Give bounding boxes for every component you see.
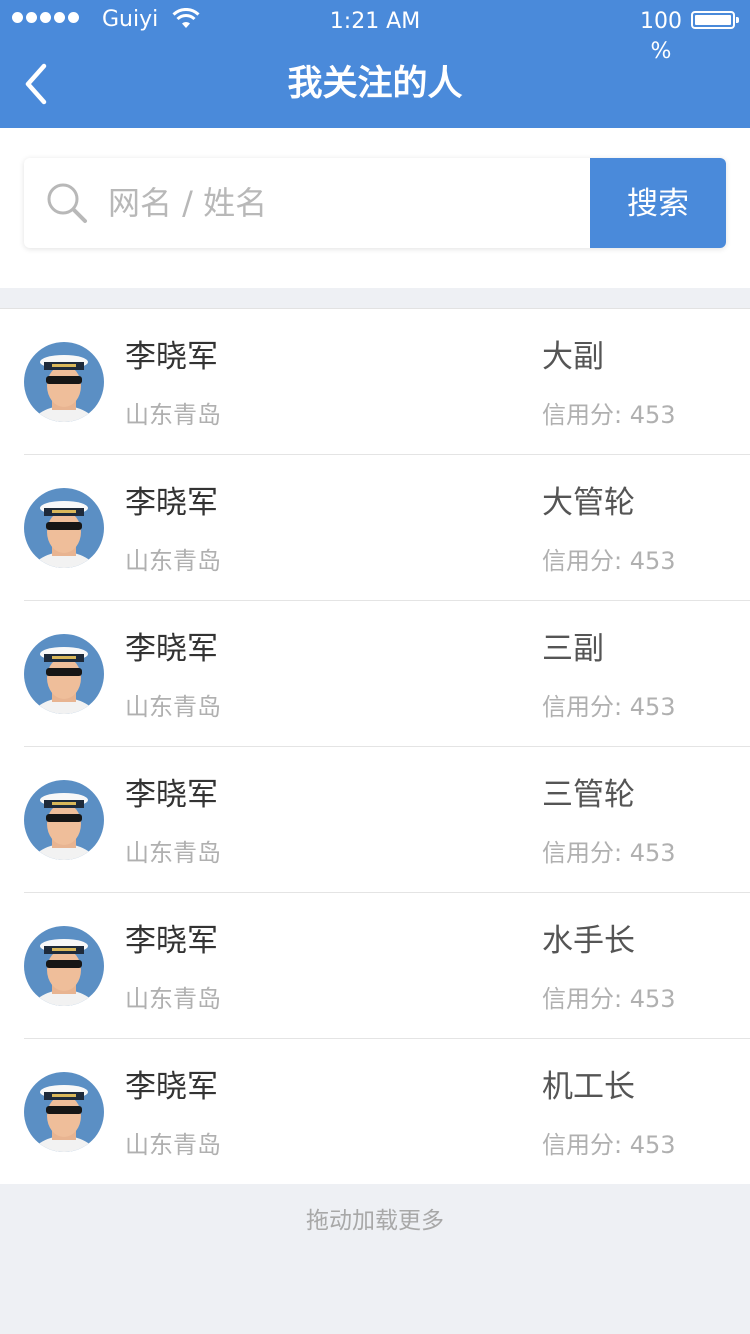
avatar[interactable] xyxy=(24,926,104,1006)
person-name: 李晓军 xyxy=(125,485,218,521)
credit-score-label: 信用分: xyxy=(542,839,623,867)
search-icon xyxy=(47,183,87,223)
person-rank: 三管轮 xyxy=(542,777,635,813)
list-item[interactable]: 李晓军 山东青岛 三副 信用分: 453 xyxy=(24,601,750,747)
avatar[interactable] xyxy=(24,634,104,714)
credit-score-label: 信用分: xyxy=(542,547,623,575)
avatar[interactable] xyxy=(24,780,104,860)
credit-score-value: 453 xyxy=(629,1131,676,1159)
app-header: Guiyi 1:21 AM 100 % 我关注的人 xyxy=(0,0,750,128)
credit-score: 信用分: 453 xyxy=(542,837,676,869)
credit-score: 信用分: 453 xyxy=(542,691,676,723)
credit-score: 信用分: 453 xyxy=(542,983,676,1015)
avatar[interactable] xyxy=(24,1072,104,1152)
person-name: 李晓军 xyxy=(125,923,218,959)
person-name: 李晓军 xyxy=(125,631,218,667)
search-input[interactable] xyxy=(108,158,588,248)
person-location: 山东青岛 xyxy=(125,985,221,1013)
battery-icon xyxy=(691,11,739,29)
list-item[interactable]: 李晓军 山东青岛 机工长 信用分: 453 xyxy=(24,1039,750,1184)
load-more-hint[interactable]: 拖动加载更多 xyxy=(0,1205,750,1237)
battery-percentage: 100 % xyxy=(640,9,682,64)
person-location: 山东青岛 xyxy=(125,1131,221,1159)
search-button[interactable]: 搜索 xyxy=(590,158,726,248)
person-name: 李晓军 xyxy=(125,339,218,375)
status-bar: Guiyi 1:21 AM 100 % xyxy=(0,0,750,64)
person-location: 山东青岛 xyxy=(125,693,221,721)
credit-score: 信用分: 453 xyxy=(542,1129,676,1161)
credit-score-label: 信用分: xyxy=(542,1131,623,1159)
person-rank: 大副 xyxy=(542,339,604,375)
avatar[interactable] xyxy=(24,488,104,568)
list-item[interactable]: 李晓军 山东青岛 水手长 信用分: 453 xyxy=(24,893,750,1039)
person-rank: 大管轮 xyxy=(542,485,635,521)
credit-score-label: 信用分: xyxy=(542,401,623,429)
search-box: 搜索 xyxy=(24,158,726,248)
list-item[interactable]: 李晓军 山东青岛 三管轮 信用分: 453 xyxy=(24,747,750,893)
credit-score-label: 信用分: xyxy=(542,985,623,1013)
person-location: 山东青岛 xyxy=(125,839,221,867)
person-location: 山东青岛 xyxy=(125,547,221,575)
list-item[interactable]: 李晓军 山东青岛 大管轮 信用分: 453 xyxy=(24,455,750,601)
credit-score-value: 453 xyxy=(629,839,676,867)
page-title: 我关注的人 xyxy=(287,64,463,104)
section-divider xyxy=(0,288,750,308)
credit-score-value: 453 xyxy=(629,547,676,575)
avatar[interactable] xyxy=(24,342,104,422)
followed-people-list: 李晓军 山东青岛 大副 信用分: 453 李晓军 山东青岛 大管轮 信用分: 4… xyxy=(0,308,750,1184)
search-section: 搜索 xyxy=(0,128,750,288)
person-location: 山东青岛 xyxy=(125,401,221,429)
person-rank: 水手长 xyxy=(542,923,635,959)
person-name: 李晓军 xyxy=(125,1069,218,1105)
credit-score-value: 453 xyxy=(629,401,676,429)
credit-score: 信用分: 453 xyxy=(542,545,676,577)
person-rank: 三副 xyxy=(542,631,604,667)
credit-score-label: 信用分: xyxy=(542,693,623,721)
credit-score: 信用分: 453 xyxy=(542,399,676,431)
credit-score-value: 453 xyxy=(629,985,676,1013)
list-item[interactable]: 李晓军 山东青岛 大副 信用分: 453 xyxy=(24,309,750,455)
credit-score-value: 453 xyxy=(629,693,676,721)
person-rank: 机工长 xyxy=(542,1069,635,1105)
person-name: 李晓军 xyxy=(125,777,218,813)
